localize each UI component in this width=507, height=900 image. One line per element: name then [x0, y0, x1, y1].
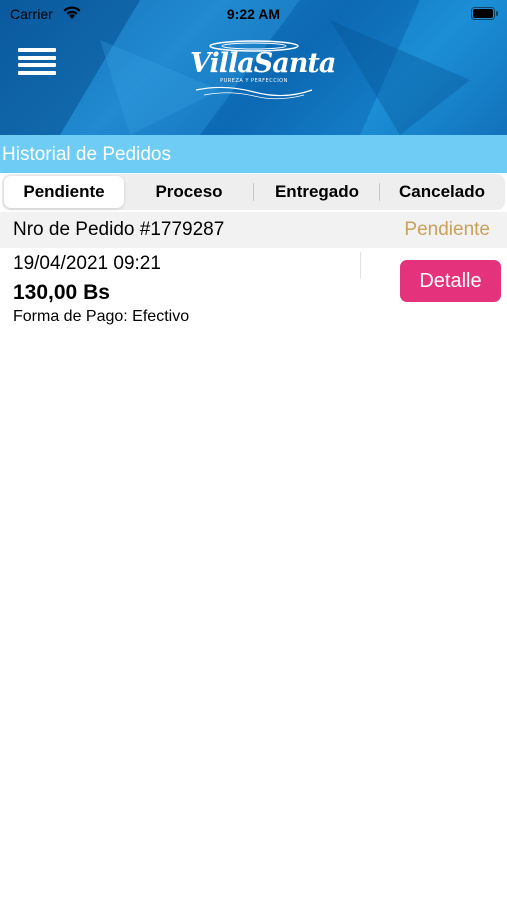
detail-button[interactable]: Detalle [400, 260, 501, 302]
status-bar: Carrier 9:22 AM [0, 0, 507, 28]
tab-divider [379, 183, 380, 201]
order-total: 130,00 Bs [13, 281, 110, 304]
hamburger-menu-icon[interactable] [18, 48, 58, 80]
order-status-badge: Pendiente [404, 219, 490, 240]
app-header: Carrier 9:22 AM VillaSanta PUREZA Y PERF… [0, 0, 507, 135]
tab-divider [253, 183, 254, 201]
villasanta-logo: VillaSanta PUREZA Y PERFECCION [190, 38, 336, 100]
order-header: Nro de Pedido #1779287 Pendiente [0, 212, 507, 248]
status-segmented-control: Pendiente Proceso Entregado Cancelado [2, 174, 505, 210]
tab-cancelado[interactable]: Cancelado [381, 176, 503, 208]
status-time: 9:22 AM [226, 6, 281, 22]
order-date: 19/04/2021 09:21 [13, 253, 161, 274]
tab-entregado[interactable]: Entregado [255, 176, 379, 208]
page-title: Historial de Pedidos [2, 144, 171, 165]
order-payment-method: Forma de Pago: Efectivo [13, 308, 190, 325]
title-bar: Historial de Pedidos [0, 135, 507, 173]
battery-icon [471, 7, 498, 20]
logo-tagline: PUREZA Y PERFECCION [220, 78, 288, 84]
tab-proceso[interactable]: Proceso [129, 176, 249, 208]
tab-pendiente[interactable]: Pendiente [4, 176, 124, 208]
order-number: Nro de Pedido #1779287 [13, 219, 225, 240]
order-divider [360, 252, 361, 278]
logo-name: VillaSanta [190, 48, 336, 79]
